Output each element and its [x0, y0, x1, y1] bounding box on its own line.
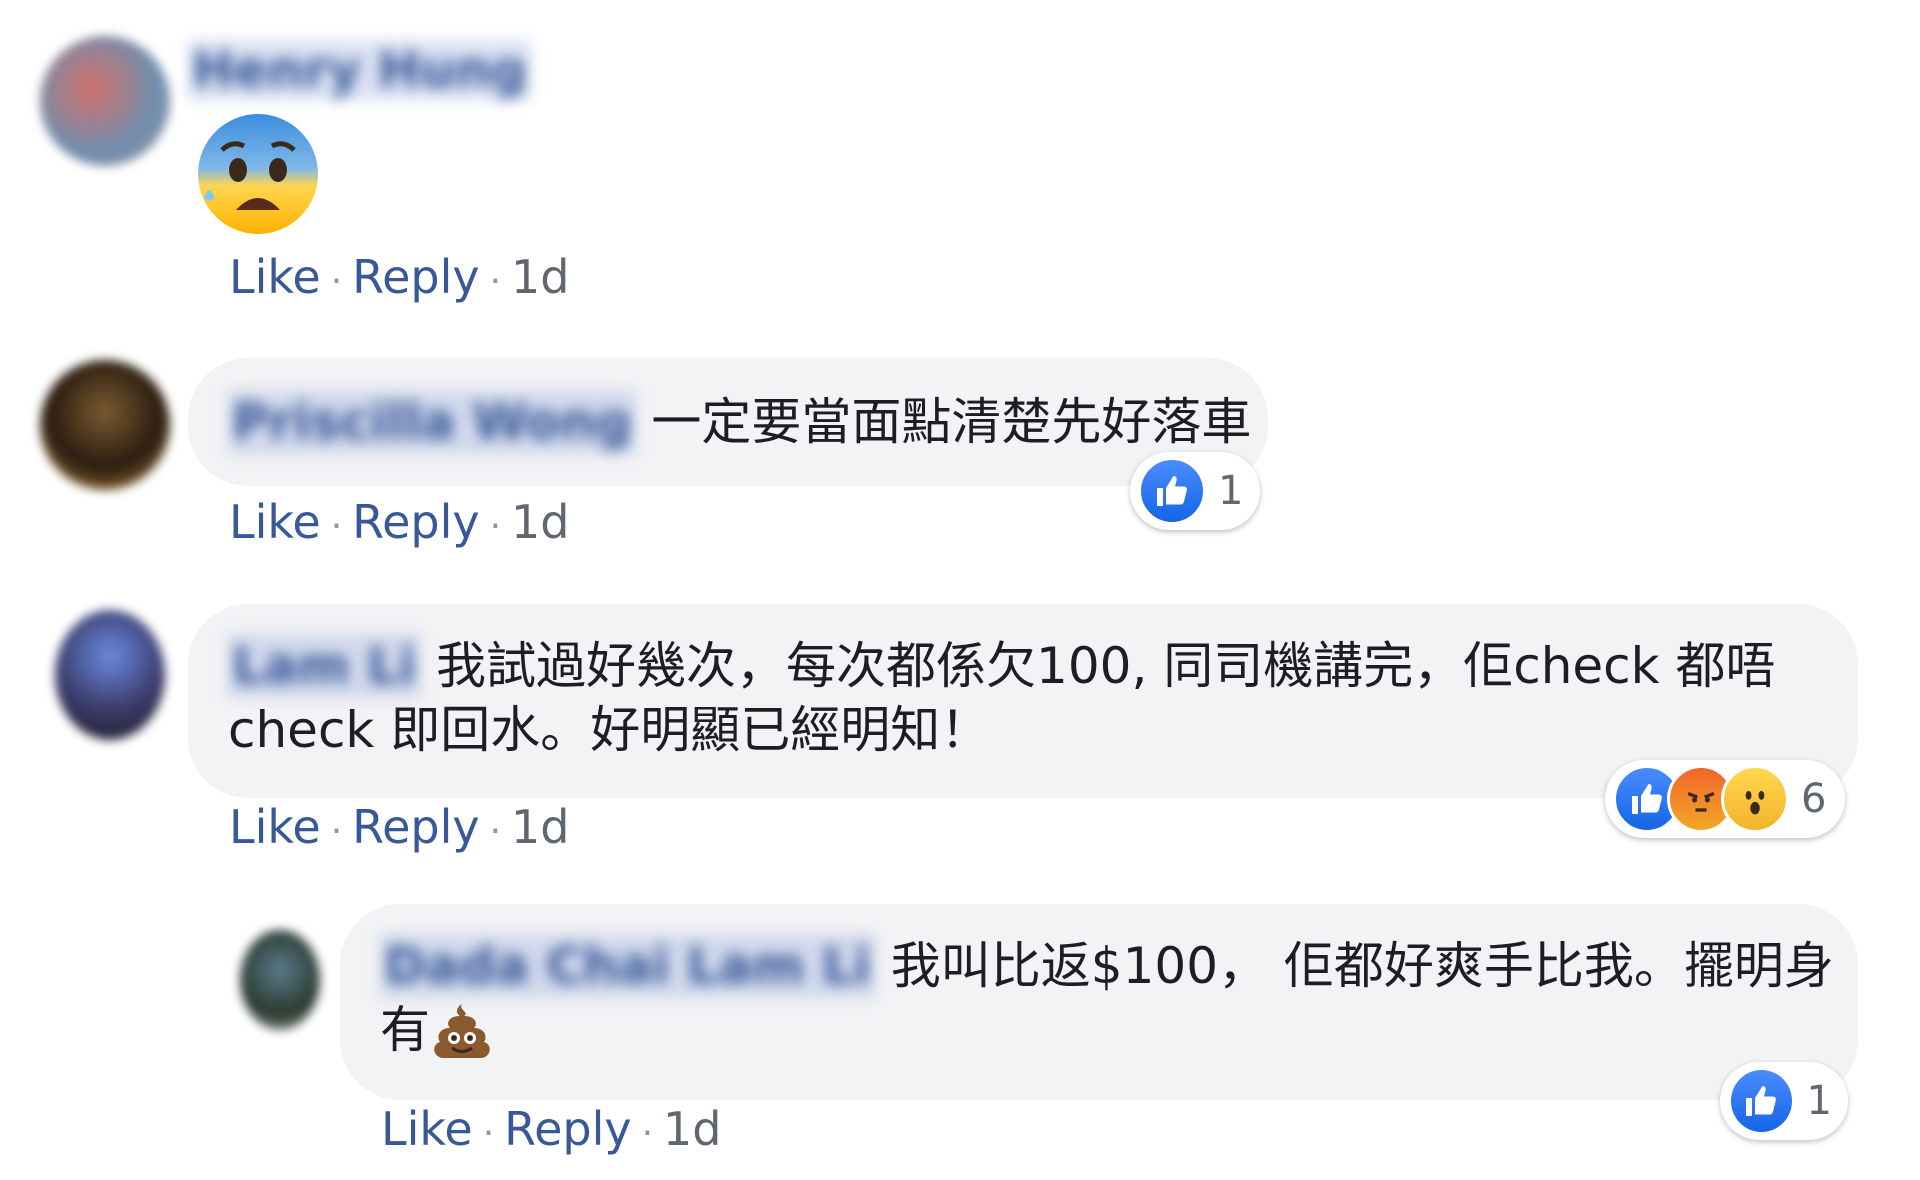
author-name[interactable]: Henry Hung	[188, 40, 531, 100]
avatar[interactable]	[40, 36, 170, 166]
like-link[interactable]: Like	[229, 800, 321, 854]
reaction-count: 6	[1801, 776, 1827, 822]
avatar[interactable]	[240, 930, 320, 1030]
author-name[interactable]: Lam Li	[228, 634, 421, 698]
reply-link[interactable]: Reply	[352, 800, 479, 854]
reply-comment: Dada Chai Lam Li 我叫比返$100， 佢都好爽手比我。擺明身 有…	[0, 890, 1920, 1180]
like-reaction-icon	[1728, 1067, 1795, 1135]
reaction-count: 1	[1806, 1078, 1832, 1124]
comment-bubble: Dada Chai Lam Li 我叫比返$100， 佢都好爽手比我。擺明身 有	[340, 904, 1858, 1100]
reaction-count: 1	[1218, 468, 1244, 514]
anxious-face-emoji-icon	[198, 114, 318, 234]
like-link[interactable]: Like	[229, 250, 321, 304]
timestamp[interactable]: 1d	[511, 800, 569, 854]
comment-text: 一定要當面點清楚先好落車	[651, 393, 1252, 451]
avatar[interactable]	[55, 610, 165, 740]
comment-3: Lam Li 我試過好幾次，每次都係欠100, 同司機講完，佢check 都唔 …	[0, 590, 1920, 880]
reply-link[interactable]: Reply	[352, 250, 479, 304]
reactions-summary[interactable]: 1	[1130, 452, 1260, 530]
comment-actions: Like · Reply · 1d	[229, 495, 570, 549]
author-name[interactable]: Priscilla Wong	[228, 390, 636, 454]
timestamp[interactable]: 1d	[663, 1102, 721, 1156]
comment-actions: Like · Reply · 1d	[229, 800, 570, 854]
avatar[interactable]	[40, 360, 170, 490]
comment-actions: Like · Reply · 1d	[381, 1102, 722, 1156]
like-link[interactable]: Like	[229, 495, 321, 549]
wow-reaction-icon	[1721, 765, 1789, 833]
comment-text-line-2: 有	[380, 1001, 430, 1059]
timestamp[interactable]: 1d	[511, 250, 569, 304]
comment-text-line-1: 我叫比返$100， 佢都好爽手比我。擺明身	[890, 937, 1834, 995]
comment-bubble: Lam Li 我試過好幾次，每次都係欠100, 同司機講完，佢check 都唔 …	[188, 604, 1858, 798]
timestamp[interactable]: 1d	[511, 495, 569, 549]
reactions-summary[interactable]: 6	[1605, 760, 1845, 838]
reactions-summary[interactable]: 1	[1720, 1062, 1848, 1140]
comment-actions: Like · Reply · 1d	[229, 250, 570, 304]
comment-bubble: Priscilla Wong 一定要當面點清楚先好落車	[188, 358, 1268, 486]
author-name[interactable]: Dada Chai Lam Li	[380, 934, 875, 998]
comment-1: Henry Hung Like · Reply · 1d	[0, 0, 1920, 304]
comment-text-line-1: 我試過好幾次，每次都係欠100, 同司機講完，佢check 都唔	[436, 637, 1776, 695]
comment-2: Priscilla Wong 一定要當面點清楚先好落車 1 Like · Reply…	[0, 340, 1920, 570]
reply-link[interactable]: Reply	[504, 1102, 631, 1156]
like-link[interactable]: Like	[381, 1102, 473, 1156]
poop-emoji-icon	[434, 1004, 490, 1058]
comment-text-line-2: check 即回水。好明顯已經明知！	[228, 701, 991, 759]
reply-link[interactable]: Reply	[352, 495, 479, 549]
like-reaction-icon	[1138, 457, 1206, 525]
